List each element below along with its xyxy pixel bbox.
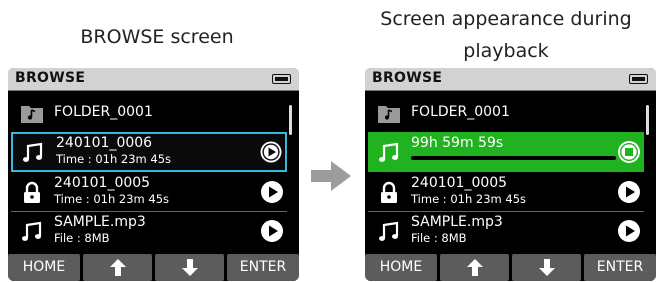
title-bar: BROWSE	[8, 68, 299, 91]
playback-screen: BROWSE FOLDER_0001 99h 59m 59s 240101_00…	[365, 68, 656, 281]
arrow-down-icon	[538, 259, 555, 276]
home-button[interactable]: HOME	[365, 254, 437, 281]
caption-playback-line2: playback	[463, 40, 549, 62]
item-name: FOLDER_0001	[54, 104, 153, 120]
item-name: SAMPLE.mp3	[54, 214, 146, 230]
playback-progress-bar	[411, 156, 616, 160]
arrow-down-icon	[181, 259, 198, 276]
play-icon[interactable]	[617, 180, 641, 204]
item-name: 240101_0006	[56, 135, 153, 151]
list-item-file[interactable]: SAMPLE.mp3 File : 8MB	[11, 212, 287, 250]
playback-time: 99h 59m 59s	[411, 135, 504, 151]
down-button[interactable]	[512, 254, 581, 281]
list-item-selected[interactable]: 240101_0006 Time : 01h 23m 45s	[11, 132, 287, 172]
down-button[interactable]	[155, 254, 224, 281]
item-name: FOLDER_0001	[411, 104, 510, 120]
function-key-bar: HOME ENTER	[8, 254, 299, 281]
item-name: 240101_0005	[54, 175, 151, 191]
list-item-file[interactable]: SAMPLE.mp3 File : 8MB	[368, 212, 644, 250]
caption-browse-screen: BROWSE screen	[80, 26, 234, 48]
scrollbar[interactable]	[289, 105, 292, 135]
item-name: SAMPLE.mp3	[411, 214, 503, 230]
arrow-up-icon	[109, 259, 126, 276]
home-button[interactable]: HOME	[8, 254, 80, 281]
caption-playback-line1: Screen appearance during	[380, 8, 632, 30]
lock-icon	[381, 181, 397, 203]
lock-icon	[24, 181, 40, 203]
item-time: Time : 01h 23m 45s	[56, 152, 172, 166]
up-button[interactable]	[83, 254, 152, 281]
list-item-playing[interactable]: 99h 59m 59s	[368, 132, 644, 172]
music-note-icon	[23, 142, 43, 162]
music-note-icon	[379, 142, 399, 162]
list-item-locked[interactable]: 240101_0005 Time : 01h 23m 45s	[11, 173, 287, 212]
play-icon[interactable]	[260, 180, 284, 204]
arrow-up-icon	[466, 259, 483, 276]
folder-icon	[378, 106, 400, 123]
screen-title: BROWSE	[15, 70, 86, 86]
up-button[interactable]	[440, 254, 509, 281]
play-icon[interactable]	[617, 219, 641, 243]
screen-title: BROWSE	[372, 70, 443, 86]
item-size: File : 8MB	[411, 231, 467, 245]
item-time: Time : 01h 23m 45s	[54, 192, 170, 206]
play-icon[interactable]	[259, 140, 283, 164]
play-icon[interactable]	[260, 219, 284, 243]
list-item-folder[interactable]: FOLDER_0001	[11, 94, 287, 133]
folder-icon	[21, 106, 43, 123]
item-time: Time : 01h 23m 45s	[411, 192, 527, 206]
arrow-right-icon	[311, 161, 351, 191]
caption-playback-screen: Screen appearance during playback	[352, 3, 660, 67]
enter-button[interactable]: ENTER	[227, 254, 299, 281]
music-note-icon	[379, 221, 399, 241]
scrollbar[interactable]	[646, 105, 649, 135]
title-bar: BROWSE	[365, 68, 656, 91]
item-size: File : 8MB	[54, 231, 110, 245]
browse-screen: BROWSE FOLDER_0001 240101_0006 Time : 01…	[8, 68, 299, 281]
music-note-icon	[22, 221, 42, 241]
item-name: 240101_0005	[411, 175, 508, 191]
list-item-locked[interactable]: 240101_0005 Time : 01h 23m 45s	[368, 173, 644, 212]
battery-icon	[629, 74, 648, 84]
function-key-bar: HOME ENTER	[365, 254, 656, 281]
list-item-folder[interactable]: FOLDER_0001	[368, 94, 644, 133]
enter-button[interactable]: ENTER	[584, 254, 656, 281]
stop-icon[interactable]	[617, 140, 641, 164]
battery-icon	[272, 74, 291, 84]
